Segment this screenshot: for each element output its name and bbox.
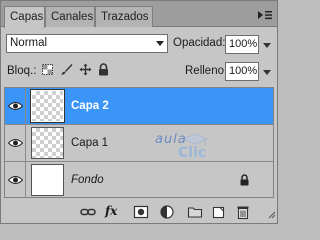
visibility-toggle[interactable]	[5, 125, 26, 161]
lock-label: Bloq.:	[7, 65, 37, 77]
tab-canales[interactable]: Canales	[45, 6, 95, 27]
eye-icon	[8, 176, 23, 184]
layer-thumbnail	[31, 127, 64, 159]
fill-label: Relleno:	[185, 65, 228, 77]
layers-panel: Capas Canales Trazados Normal Opacidad: …	[0, 0, 278, 224]
new-layer-icon[interactable]	[211, 204, 227, 220]
chevron-down-icon	[156, 41, 164, 46]
layer-mask-icon[interactable]	[133, 204, 149, 220]
visibility-toggle[interactable]	[5, 88, 26, 124]
watermark-text: aula Clic	[150, 132, 230, 172]
tab-trazados[interactable]: Trazados	[95, 6, 153, 27]
visibility-toggle[interactable]	[5, 162, 26, 197]
watermark-line-2: Clic	[178, 145, 207, 161]
opacity-label: Opacidad:	[173, 37, 226, 49]
lock-all-icon[interactable]	[97, 63, 110, 76]
layer-name: Capa 2	[71, 100, 109, 112]
lock-brush-icon[interactable]	[60, 63, 73, 76]
layer-row-capa-2[interactable]: Capa 2	[5, 88, 273, 125]
eye-icon	[8, 102, 23, 110]
eye-icon	[8, 139, 23, 147]
new-group-icon[interactable]	[187, 204, 203, 220]
tab-bar: Capas Canales Trazados	[1, 1, 277, 28]
layer-name: Capa 1	[71, 137, 109, 149]
opacity-input[interactable]: 100%	[225, 35, 259, 54]
layer-name: Fondo	[71, 174, 104, 186]
tab-capas[interactable]: Capas	[4, 6, 45, 28]
fx-icon[interactable]: fx	[105, 204, 121, 220]
panel-menu-icon[interactable]	[257, 8, 273, 22]
layer-thumbnail	[30, 89, 65, 123]
bottom-toolbar: fx	[1, 201, 277, 223]
layer-thumbnail	[31, 164, 64, 196]
fill-input[interactable]: 100%	[225, 62, 259, 81]
lock-icon	[239, 174, 250, 189]
link-layers-icon[interactable]	[80, 204, 96, 220]
adjustment-layer-icon[interactable]	[159, 204, 175, 220]
layer-row-fondo[interactable]: Fondo	[5, 162, 273, 197]
layer-row-capa-1[interactable]: Capa 1	[5, 125, 273, 162]
lock-move-icon[interactable]	[79, 63, 92, 76]
fill-dropdown-icon[interactable]	[263, 70, 271, 75]
opacity-dropdown-icon[interactable]	[263, 43, 271, 48]
trash-icon[interactable]	[235, 204, 251, 220]
blend-mode-select[interactable]: Normal	[6, 34, 168, 53]
blend-mode-value: Normal	[10, 37, 48, 49]
layer-list: Capa 2 Capa 1 Fondo aula Clic	[4, 87, 274, 198]
resize-grip-icon[interactable]	[268, 210, 276, 222]
lock-transparent-icon[interactable]	[41, 63, 54, 76]
